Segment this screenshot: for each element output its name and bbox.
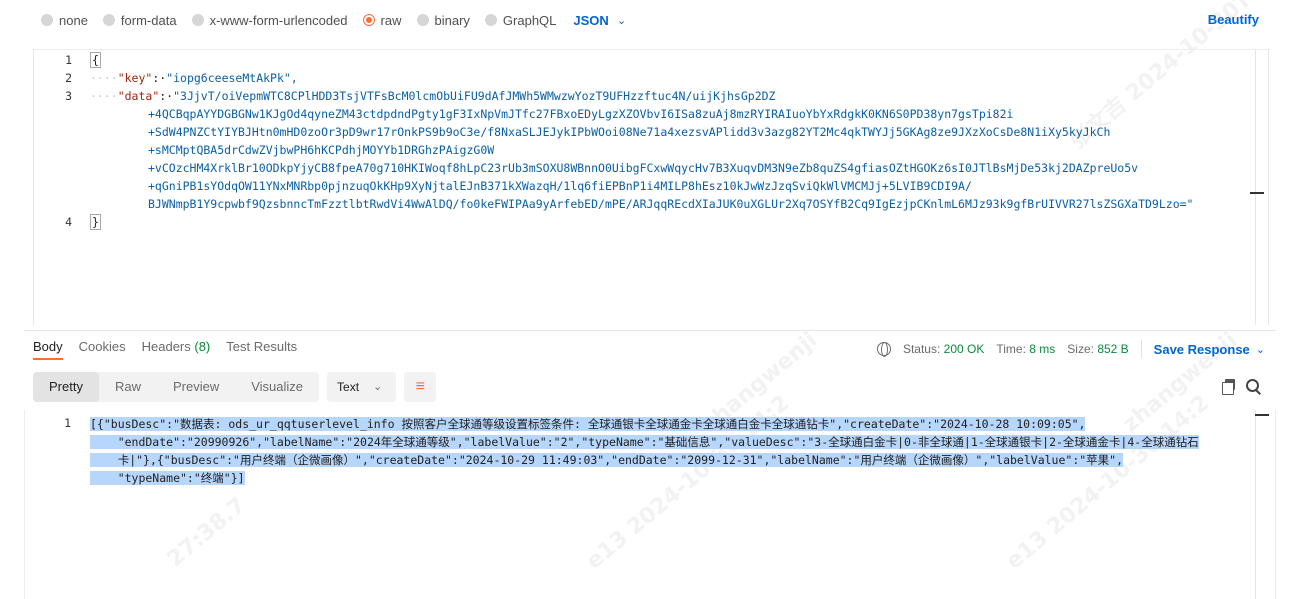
chevron-down-icon: ⌄ — [373, 381, 383, 393]
indent-guide: ···· — [90, 89, 118, 103]
body-type-form-data[interactable]: form-data — [102, 12, 177, 28]
divider — [34, 49, 1270, 50]
response-text-line: 卡|"},{"busDesc":"用户终端（企微画像）","createDate… — [90, 453, 1124, 467]
json-value-continuation: BJWNmpB1Y9cpwbf9QzsbnncTmFzztlbtRwdVi4Ww… — [148, 197, 1194, 211]
tab-body[interactable]: Body — [33, 338, 63, 360]
body-type-label: x-www-form-urlencoded — [209, 12, 348, 28]
tab-headers[interactable]: Headers (8) — [142, 338, 211, 360]
copy-icon[interactable] — [1222, 379, 1236, 395]
line-number: 1 — [64, 416, 71, 430]
status-value: 200 OK — [943, 342, 985, 356]
text-format-dropdown[interactable]: Text ⌄ — [327, 372, 397, 402]
json-key: "data" — [117, 89, 160, 103]
open-brace: { — [90, 52, 101, 68]
print-margin-rule — [1255, 410, 1256, 599]
body-type-bar: none form-data x-www-form-urlencoded raw… — [0, 0, 1296, 40]
save-response-button[interactable]: Save Response — [1154, 342, 1250, 357]
divider — [1140, 340, 1142, 358]
body-type-binary[interactable]: binary — [416, 12, 470, 28]
view-mode-switch: Pretty Raw Preview Visualize — [33, 372, 320, 402]
tab-headers-label: Headers — [141, 339, 191, 354]
wrap-lines-icon: ≡ — [415, 378, 425, 395]
print-margin-rule — [1255, 49, 1256, 325]
status-info[interactable]: Status: 200 OK — [903, 342, 984, 356]
radio-icon — [191, 14, 204, 26]
body-type-label: form-data — [120, 12, 177, 28]
size-label: Size: — [1067, 342, 1094, 356]
headers-count-badge: (8) — [194, 339, 211, 354]
line-number: 1 — [65, 53, 72, 67]
format-label: JSON — [573, 12, 609, 28]
json-key: "key" — [117, 71, 153, 85]
json-value-continuation: +vCOzcHM4XrklBr10ODkpYjyCB8fpeA70g710HKI… — [148, 161, 1139, 175]
scrollbar-marker[interactable] — [1250, 192, 1264, 194]
divider — [24, 330, 1276, 331]
json-value: "iopg6ceeseMtAkPk", — [166, 71, 298, 85]
response-body-viewer[interactable]: 1 [{"busDesc":"数据表: ods_ur_qqtuserlevel_… — [24, 410, 1276, 599]
json-value-continuation: +qGniPB1sYOdqOW11YNxMNRbp0pjnzuqOkKHp9Xy… — [148, 179, 972, 193]
status-label: Status: — [902, 342, 941, 356]
json-value-continuation: +SdW4PNZCtYIYBJHtn0mHD0zoOr3pD9wr17rOnkP… — [148, 125, 1111, 139]
view-raw-button[interactable]: Raw — [99, 372, 157, 402]
radio-selected-icon — [362, 14, 375, 26]
globe-icon[interactable] — [876, 342, 891, 357]
chevron-down-icon[interactable]: ⌄ — [1256, 343, 1265, 356]
radio-icon — [102, 14, 115, 26]
size-value: 852 B — [1097, 342, 1129, 356]
chevron-down-icon: ⌄ — [616, 14, 627, 27]
body-type-label: GraphQL — [502, 12, 557, 28]
text-format-label: Text — [337, 380, 360, 394]
time-value: 8 ms — [1029, 342, 1056, 356]
body-type-raw[interactable]: raw — [362, 12, 402, 28]
close-brace: } — [90, 214, 101, 230]
line-number: 4 — [65, 215, 72, 229]
response-status-bar: Status: 200 OK Time: 8 ms Size: 852 B Sa… — [876, 340, 1265, 358]
size-info[interactable]: Size: 852 B — [1067, 342, 1128, 356]
tab-cookies[interactable]: Cookies — [79, 338, 126, 360]
json-value-continuation: +sMCMptQBA5drCdwZVjbwPH6hKCPdhjMOYYb1DRG… — [148, 143, 495, 157]
request-body-editor[interactable]: 1 2 3 4 { ····"key":·"iopg6ceeseMtAkPk",… — [33, 49, 1270, 325]
response-text-line: [{"busDesc":"数据表: ods_ur_qqtuserlevel_in… — [90, 417, 1086, 431]
search-icon[interactable] — [1246, 379, 1260, 393]
body-type-label: raw — [380, 12, 402, 28]
response-text-line: "endDate":"20990926","labelName":"2024年全… — [90, 435, 1199, 449]
body-type-label: binary — [434, 12, 470, 28]
time-label: Time: — [996, 342, 1026, 356]
wrap-lines-button[interactable]: ≡ — [404, 372, 437, 402]
radio-icon — [416, 14, 429, 26]
json-value-continuation: +4QCBqpAYYDGBGNw1KJgOd4qyneZM43ctdpdndPg… — [148, 107, 1014, 121]
view-pretty-button[interactable]: Pretty — [33, 372, 99, 402]
json-value: "3JjvT/oiVepmWTC8CPlHDD3TsjVTFsBcM0lcmOb… — [173, 89, 776, 103]
scrollbar-marker[interactable] — [1255, 414, 1269, 416]
line-number: 2 — [65, 71, 72, 85]
radio-icon — [484, 14, 497, 26]
body-type-none[interactable]: none — [41, 13, 88, 28]
colon: :· — [152, 71, 167, 85]
beautify-button[interactable]: Beautify — [1208, 12, 1259, 27]
response-tabs: Body Cookies Headers (8) Test Results — [33, 338, 313, 360]
view-visualize-button[interactable]: Visualize — [235, 372, 319, 402]
time-info[interactable]: Time: 8 ms — [996, 342, 1055, 356]
body-type-label: none — [59, 12, 88, 28]
tab-test-results[interactable]: Test Results — [226, 338, 297, 360]
view-preview-button[interactable]: Preview — [157, 372, 235, 402]
line-number: 3 — [65, 89, 72, 103]
body-type-urlencoded[interactable]: x-www-form-urlencoded — [191, 12, 348, 28]
body-type-graphql[interactable]: GraphQL — [484, 12, 557, 28]
format-dropdown[interactable]: JSON ⌄ — [573, 13, 626, 28]
response-text-line: "typeName":"终端"}] — [90, 471, 245, 485]
colon: :· — [159, 89, 174, 103]
response-toolbar: Pretty Raw Preview Visualize Text ⌄ ≡ — [33, 372, 437, 402]
indent-guide: ···· — [90, 71, 118, 85]
radio-icon — [41, 14, 53, 26]
